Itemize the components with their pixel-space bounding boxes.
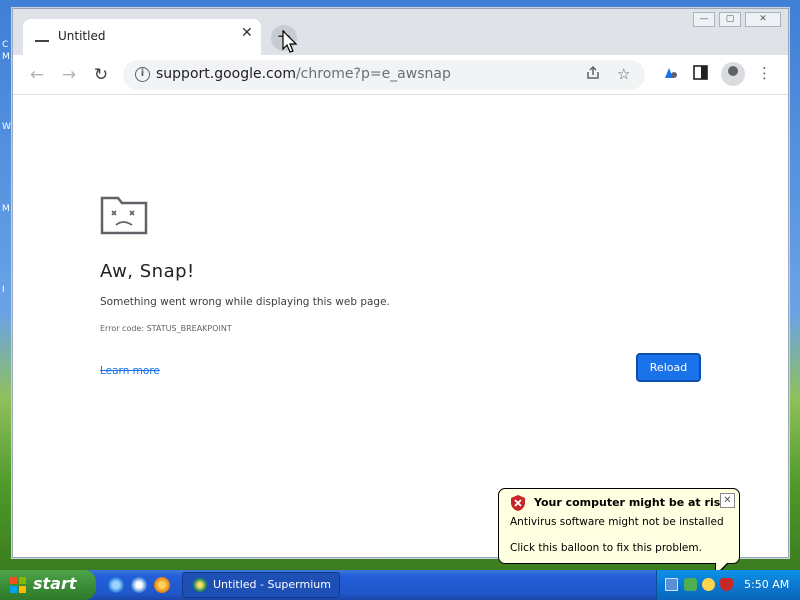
desktop-icon-label: W <box>2 122 11 132</box>
balloon-title: Your computer might be at risk <box>534 496 728 509</box>
sad-folder-icon <box>100 196 148 235</box>
security-balloon[interactable]: Your computer might be at risk ✕ Antivir… <box>498 488 740 564</box>
browser-window: Untitled ✕ + — ▢ ✕ ← → ↻ i support.googl… <box>12 8 789 558</box>
url-text[interactable]: support.google.com/chrome?p=e_awsnap <box>156 66 451 82</box>
start-label: start <box>33 574 77 593</box>
clock: 5:50 AM <box>744 578 790 591</box>
forward-button[interactable]: → <box>57 63 81 87</box>
tray-status-icon[interactable] <box>702 578 715 591</box>
desktop-icon-label: M <box>2 52 10 62</box>
tab-untitled[interactable]: Untitled ✕ <box>23 19 261 55</box>
balloon-message: Antivirus software might not be installe… <box>510 516 724 528</box>
mouse-cursor-icon <box>282 30 298 53</box>
maximize-button[interactable]: ▢ <box>719 12 741 27</box>
learn-more-link[interactable]: Learn more <box>100 365 160 377</box>
network-icon[interactable] <box>665 578 678 591</box>
balloon-close-button[interactable]: ✕ <box>720 493 735 508</box>
desktop-icon-label: M <box>2 204 10 214</box>
address-bar[interactable]: i support.google.com/chrome?p=e_awsnap ☆ <box>123 60 645 90</box>
side-panel-icon[interactable] <box>693 65 708 84</box>
supermium-icon <box>193 578 207 592</box>
bookmark-star-icon[interactable]: ☆ <box>617 65 630 83</box>
security-center-icon[interactable] <box>720 578 733 591</box>
windows-logo-icon <box>10 577 26 593</box>
tab-close-icon[interactable]: ✕ <box>241 25 253 41</box>
close-window-button[interactable]: ✕ <box>745 12 781 27</box>
url-path: /chrome?p=e_awsnap <box>295 66 451 82</box>
taskbar-item-supermium[interactable]: Untitled - Supermium <box>182 572 340 598</box>
extensions-icon[interactable] <box>663 64 679 84</box>
error-title: Aw, Snap! <box>100 261 195 282</box>
menu-kebab-icon[interactable]: ⋮ <box>757 64 772 82</box>
tab-strip: Untitled ✕ + — ▢ ✕ <box>13 9 788 55</box>
error-code: Error code: STATUS_BREAKPOINT <box>100 324 232 333</box>
quicklaunch-browser-icon[interactable] <box>131 577 147 593</box>
minimize-button[interactable]: — <box>693 12 715 27</box>
system-tray: 5:50 AM <box>656 570 800 600</box>
profile-avatar-icon[interactable] <box>721 62 745 86</box>
page-favicon-icon <box>35 34 49 42</box>
browser-toolbar: ← → ↻ i support.google.com/chrome?p=e_aw… <box>13 55 788 95</box>
balloon-action-text[interactable]: Click this balloon to fix this problem. <box>510 542 702 554</box>
error-message: Something went wrong while displaying th… <box>100 296 390 308</box>
back-button[interactable]: ← <box>25 63 49 87</box>
taskbar-item-label: Untitled - Supermium <box>213 578 331 591</box>
share-icon[interactable] <box>585 65 601 85</box>
reload-toolbar-button[interactable]: ↻ <box>89 63 113 87</box>
desktop-icon-label: C <box>2 40 9 50</box>
start-button[interactable]: start <box>0 570 96 600</box>
tray-app-icon[interactable] <box>684 578 697 591</box>
shield-warning-icon <box>511 495 525 511</box>
quicklaunch-app-icon[interactable] <box>154 577 170 593</box>
tab-title: Untitled <box>58 29 106 43</box>
url-host: support.google.com <box>156 66 296 82</box>
desktop-icon-label: I <box>2 285 5 295</box>
internet-explorer-icon[interactable] <box>108 577 124 593</box>
reload-button[interactable]: Reload <box>636 353 701 382</box>
taskbar: start Untitled - Supermium 5:50 AM <box>0 570 800 600</box>
info-icon[interactable]: i <box>135 67 150 82</box>
